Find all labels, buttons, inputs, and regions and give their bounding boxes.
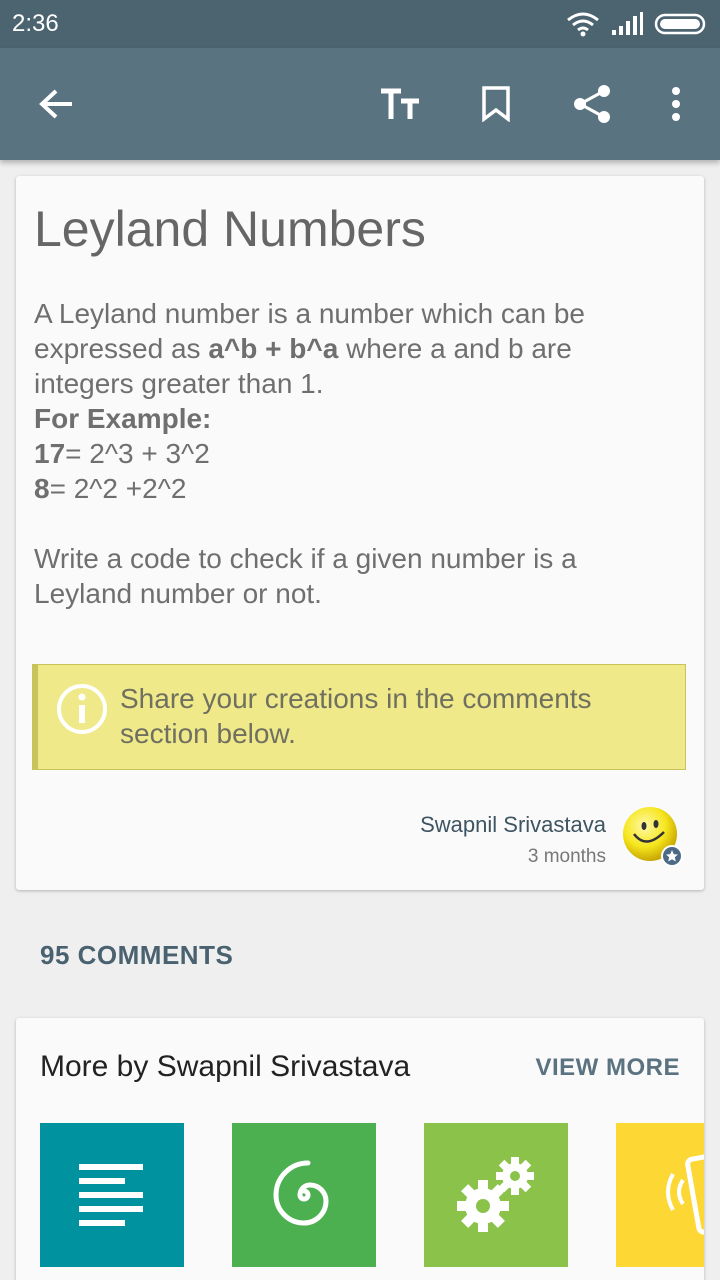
article-body: A Leyland number is a number which can b…	[34, 296, 674, 611]
arrow-back-icon	[39, 89, 72, 119]
signal-icon	[612, 12, 643, 35]
bookmark-icon	[482, 86, 510, 122]
article-title: Leyland Numbers	[34, 201, 426, 257]
app-bar	[0, 48, 720, 160]
text-size-button[interactable]	[372, 76, 428, 132]
text-lines-icon	[79, 1164, 143, 1226]
lesson-tile-2[interactable]	[232, 1123, 376, 1267]
post-time: 3 months	[527, 846, 606, 867]
share-button[interactable]	[564, 76, 620, 132]
tip-banner: Share your creations in the comments sec…	[32, 664, 686, 770]
info-icon	[57, 684, 107, 734]
tip-text: Share your creations in the comments sec…	[120, 683, 592, 749]
example1-expression: = 2^3 + 3^2	[65, 438, 210, 469]
status-icons	[566, 8, 708, 40]
view-more-button[interactable]: VIEW MORE	[535, 1054, 680, 1082]
back-button[interactable]	[28, 76, 84, 132]
share-icon	[574, 85, 610, 123]
wifi-icon	[567, 12, 599, 37]
lesson-tile-1[interactable]	[40, 1123, 184, 1267]
comments-count[interactable]: 95 COMMENTS	[40, 940, 233, 971]
example2-number: 8	[34, 473, 50, 504]
battery-icon	[654, 13, 706, 35]
gears-icon	[457, 1157, 534, 1232]
author-name[interactable]: Swapnil Srivastava	[420, 812, 606, 838]
example2-expression: = 2^2 +2^2	[49, 473, 187, 504]
example-heading: For Example:	[34, 403, 212, 434]
example1-number: 17	[34, 438, 66, 469]
more-vert-icon	[672, 87, 680, 121]
status-time: 2:36	[12, 10, 59, 37]
more-by-author-card: More by Swapnil Srivastava VIEW MORE	[16, 1018, 704, 1280]
lesson-tile-3[interactable]	[424, 1123, 568, 1267]
avatar[interactable]	[622, 806, 684, 868]
formula-text: a^b + b^a	[208, 333, 339, 364]
phone-vibrate-icon	[666, 1151, 704, 1235]
article-card: Leyland Numbers A Leyland number is a nu…	[16, 176, 704, 890]
lesson-tile-4[interactable]	[616, 1123, 704, 1267]
more-by-title: More by Swapnil Srivastava	[40, 1050, 411, 1083]
spiral-icon	[273, 1160, 329, 1226]
status-bar: 2:36	[0, 0, 720, 48]
task-text: Write a code to check if a given number …	[34, 543, 577, 609]
text-size-icon	[381, 88, 419, 119]
overflow-menu-button[interactable]	[648, 76, 704, 132]
bookmark-button[interactable]	[468, 76, 524, 132]
